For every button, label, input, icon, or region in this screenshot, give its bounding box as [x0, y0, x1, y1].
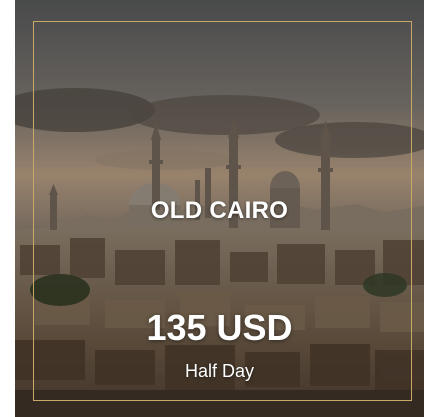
tour-title[interactable]: OLD CAIRO — [15, 197, 424, 225]
tour-card-old-cairo[interactable]: OLD CAIRO 135 USD Half Day — [15, 0, 424, 417]
tour-duration: Half Day — [184, 361, 255, 381]
tour-price: 135 USD — [146, 307, 293, 348]
